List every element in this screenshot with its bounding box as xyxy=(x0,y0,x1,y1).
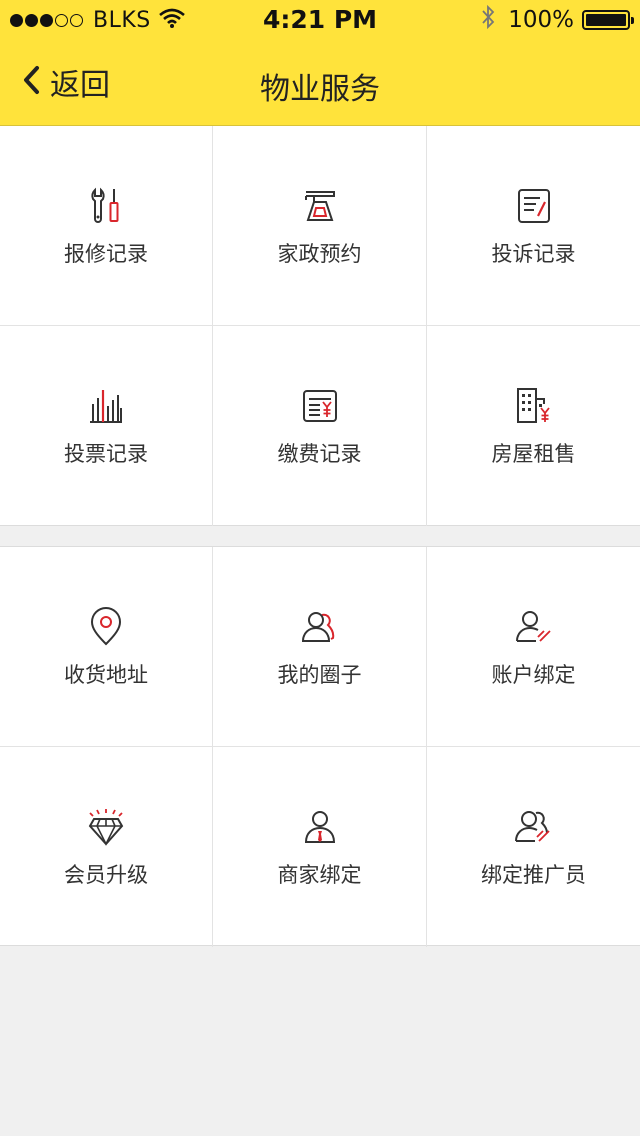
grid-item-my-circle[interactable]: 我的圈子 xyxy=(213,547,427,747)
grid-item-label: 账户绑定 xyxy=(491,663,576,687)
friends-circle-icon xyxy=(300,607,340,647)
grid-item-shipping-address[interactable]: 收货地址 xyxy=(0,547,213,747)
battery-icon xyxy=(582,10,634,30)
grid-item-label: 房屋租售 xyxy=(491,442,576,466)
grid-item-housekeeping[interactable]: 家政预约 xyxy=(213,126,427,326)
battery-percent: 100% xyxy=(508,7,574,33)
status-right: 100% xyxy=(480,4,634,36)
building-rent-icon xyxy=(514,386,554,426)
grid-item-repair-records[interactable]: 报修记录 xyxy=(0,126,213,326)
grid-item-label: 投票记录 xyxy=(64,442,148,466)
service-grid-2: 收货地址 我的圈子 账户绑定 会员升级 商家绑定 绑定推广员 xyxy=(0,546,640,947)
grid-item-complaint-records[interactable]: 投诉记录 xyxy=(427,126,640,326)
grid-item-promoter-binding[interactable]: 绑定推广员 xyxy=(427,747,640,947)
grid-item-label: 商家绑定 xyxy=(277,863,362,887)
grid-item-merchant-binding[interactable]: 商家绑定 xyxy=(213,747,427,947)
location-pin-icon xyxy=(86,607,126,647)
grid-item-member-upgrade[interactable]: 会员升级 xyxy=(0,747,213,947)
grid-item-label: 收货地址 xyxy=(64,663,148,687)
grid-item-label: 绑定推广员 xyxy=(481,863,586,887)
navigation-bar: 返回 物业服务 xyxy=(0,40,640,126)
vote-chart-icon xyxy=(86,386,126,426)
status-bar: BLKS 4:21 PM 100% xyxy=(0,0,640,40)
grid-item-label: 缴费记录 xyxy=(277,442,362,466)
grid-item-account-binding[interactable]: 账户绑定 xyxy=(427,547,640,747)
diamond-icon xyxy=(86,807,126,847)
payment-bill-icon xyxy=(300,386,340,426)
bluetooth-icon xyxy=(480,4,496,36)
grid-item-label: 家政预约 xyxy=(277,242,362,266)
service-grid-1: 报修记录 家政预约 投诉记录 投票记录 缴费记录 房屋租售 xyxy=(0,126,640,526)
grid-item-house-rental[interactable]: 房屋租售 xyxy=(427,326,640,526)
grid-item-label: 我的圈子 xyxy=(277,663,362,687)
header: BLKS 4:21 PM 100% 返回 物业服务 xyxy=(0,0,640,126)
repair-tools-icon xyxy=(86,186,126,226)
cleaning-icon xyxy=(300,186,340,226)
grid-item-payment-records[interactable]: 缴费记录 xyxy=(213,326,427,526)
grid-item-label: 报修记录 xyxy=(64,242,148,266)
account-bind-icon xyxy=(514,607,554,647)
complaint-note-icon xyxy=(514,186,554,226)
grid-item-label: 会员升级 xyxy=(64,863,148,887)
grid-item-label: 投诉记录 xyxy=(491,242,576,266)
merchant-user-icon xyxy=(300,807,340,847)
promoter-bind-icon xyxy=(514,807,554,847)
grid-item-vote-records[interactable]: 投票记录 xyxy=(0,326,213,526)
page-title: 物业服务 xyxy=(260,72,380,107)
